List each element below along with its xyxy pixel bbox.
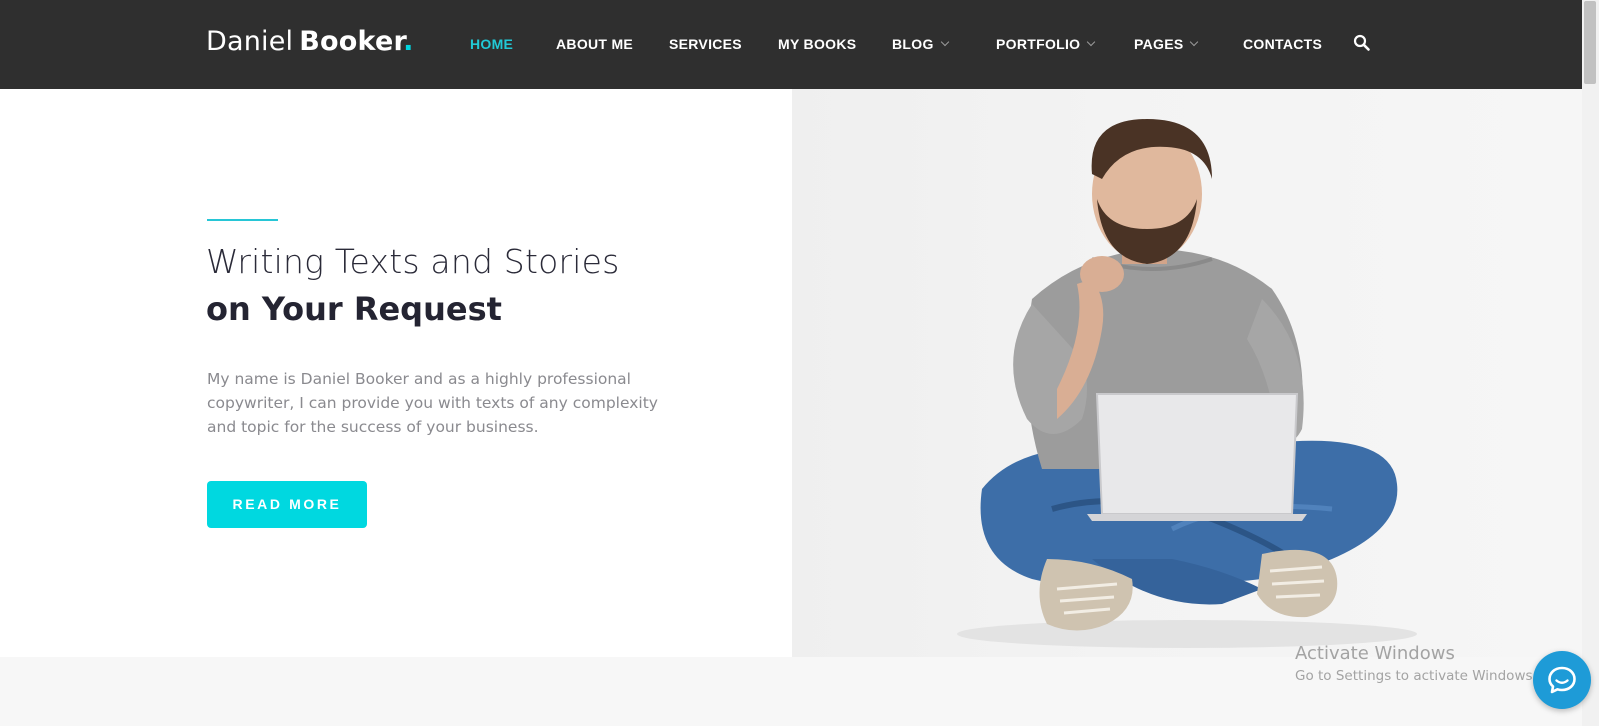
live-chat-button[interactable]	[1533, 651, 1591, 709]
nav-services[interactable]: SERVICES	[669, 33, 742, 55]
nav-contacts[interactable]: CONTACTS	[1243, 33, 1322, 55]
nav-portfolio[interactable]: PORTFOLIO	[996, 33, 1096, 55]
logo-last-name: Booker	[299, 26, 404, 57]
chat-bubble-icon	[1548, 666, 1576, 694]
page-scrollbar[interactable]	[1582, 0, 1599, 726]
site-logo[interactable]: Daniel Booker.	[206, 26, 414, 62]
nav-about-me[interactable]: ABOUT ME	[556, 33, 633, 55]
hero-headline-line2: on Your Request	[206, 290, 502, 328]
nav-portfolio-label: PORTFOLIO	[996, 36, 1081, 52]
nav-home[interactable]: HOME	[470, 33, 513, 55]
nav-pages[interactable]: PAGES	[1134, 33, 1199, 55]
chevron-down-icon	[1190, 37, 1199, 47]
logo-first-name: Daniel	[206, 26, 294, 57]
windows-activation-title: Activate Windows	[1295, 643, 1455, 664]
person-with-laptop-illustration	[957, 119, 1417, 648]
read-more-button[interactable]: READ MORE	[207, 481, 367, 528]
nav-pages-label: PAGES	[1134, 36, 1184, 52]
hero-headline-line1: Writing Texts and Stories	[206, 242, 620, 281]
accent-divider	[207, 219, 278, 221]
nav-blog-label: BLOG	[892, 36, 934, 52]
site-header: Daniel Booker. HOME ABOUT ME SERVICES MY …	[0, 0, 1582, 89]
nav-my-books[interactable]: MY BOOKS	[778, 33, 856, 55]
hero-image	[792, 89, 1582, 657]
nav-blog[interactable]: BLOG	[892, 33, 949, 55]
chevron-down-icon	[940, 37, 949, 47]
windows-activation-subtitle: Go to Settings to activate Windows.	[1295, 668, 1537, 684]
chevron-down-icon	[1087, 37, 1096, 47]
logo-dot: .	[403, 26, 414, 57]
hero-intro-text: My name is Daniel Booker and as a highly…	[207, 370, 658, 436]
search-icon[interactable]	[1352, 33, 1372, 53]
scrollbar-thumb[interactable]	[1584, 1, 1596, 84]
